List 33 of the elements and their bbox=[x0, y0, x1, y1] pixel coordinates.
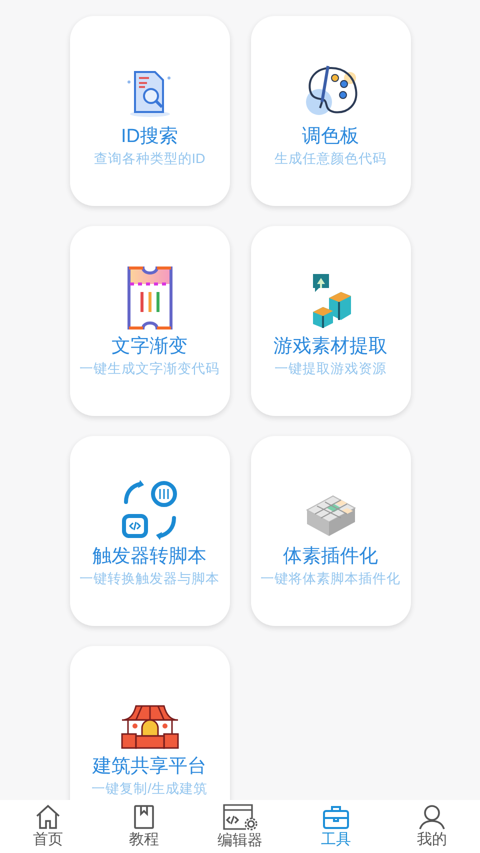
tool-card[interactable]: 游戏素材提取 一键提取游戏资源 bbox=[250, 226, 410, 416]
tool-title: ID搜索 bbox=[121, 124, 178, 148]
tool-description: 生成任意颜色代码 bbox=[274, 150, 386, 166]
tool-title: 游戏素材提取 bbox=[274, 334, 388, 358]
home-icon bbox=[35, 804, 61, 830]
tool-title: 调色板 bbox=[302, 124, 359, 148]
tool-card[interactable]: ID搜索 查询各种类型的ID bbox=[70, 16, 230, 206]
nav-tab[interactable]: 工具 bbox=[288, 800, 384, 853]
ticket-icon bbox=[126, 266, 174, 330]
tool-title: 建筑共享平台 bbox=[92, 754, 206, 778]
tool-description: 查询各种类型的ID bbox=[94, 150, 206, 166]
tool-card[interactable]: 建筑共享平台 一键复制/生成建筑 bbox=[70, 646, 230, 800]
tool-card[interactable]: 文字渐变 一键生成文字渐变代码 bbox=[70, 226, 230, 416]
tool-description: 一键将体素脚本插件化 bbox=[260, 570, 400, 586]
tool-description: 一键转换触发器与脚本 bbox=[80, 570, 220, 586]
tool-description: 一键复制/生成建筑 bbox=[92, 780, 208, 796]
convert-arrows-icon bbox=[120, 480, 180, 540]
person-icon bbox=[419, 804, 445, 830]
tool-card[interactable]: 体素插件化 一键将体素脚本插件化 bbox=[250, 436, 410, 626]
book-icon bbox=[133, 804, 155, 830]
tool-description: 一键生成文字渐变代码 bbox=[80, 360, 220, 376]
tool-description: 一键提取游戏资源 bbox=[274, 360, 386, 376]
nav-tab[interactable]: 教程 bbox=[96, 800, 192, 853]
tool-card[interactable]: 调色板 生成任意颜色代码 bbox=[250, 16, 410, 206]
toolbox-icon bbox=[322, 804, 350, 830]
tool-title: 触发器转脚本 bbox=[92, 544, 206, 568]
tool-title: 文字渐变 bbox=[112, 334, 188, 358]
tool-card[interactable]: 触发器转脚本 一键转换触发器与脚本 bbox=[70, 436, 230, 626]
nav-tab[interactable]: 编辑器 bbox=[192, 800, 288, 853]
tool-title: 体素插件化 bbox=[283, 544, 378, 568]
nav-tab[interactable]: 我的 bbox=[384, 800, 480, 853]
nav-tab[interactable]: 首页 bbox=[0, 800, 96, 853]
code-window-icon bbox=[222, 803, 258, 831]
